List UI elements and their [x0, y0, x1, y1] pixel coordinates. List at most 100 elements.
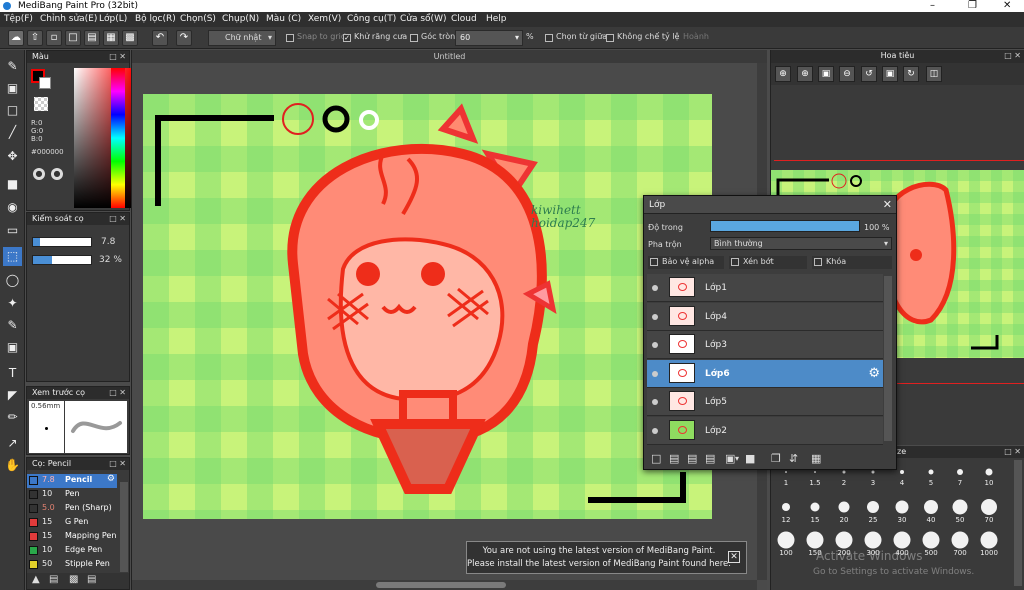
- brush-size-scrollbar[interactable]: [1014, 460, 1022, 586]
- close-icon[interactable]: □ ✕: [109, 458, 126, 470]
- menu-select[interactable]: Chọn(S): [180, 12, 216, 27]
- grid-icon[interactable]: ▦: [103, 30, 119, 46]
- brush-size-option[interactable]: 20: [830, 498, 858, 524]
- visibility-icon[interactable]: [652, 285, 658, 291]
- new-1bit-layer-icon[interactable]: ▤: [705, 452, 715, 465]
- menu-window[interactable]: Cửa sổ(W): [400, 12, 446, 27]
- brush-tool-icon[interactable]: ✎: [3, 57, 22, 76]
- brush-list-item[interactable]: 50 Stipple Pen: [27, 558, 117, 572]
- brush-list-item[interactable]: 5.0 Pen (Sharp): [27, 502, 117, 516]
- layer-dialog-header[interactable]: Lớp ✕: [644, 196, 896, 214]
- clipping-checkbox[interactable]: [731, 258, 739, 266]
- saturation-value-picker[interactable]: [74, 68, 134, 208]
- add-brush-icon[interactable]: ▲: [32, 574, 40, 585]
- export-icon[interactable]: ⇧: [27, 30, 43, 46]
- duplicate-layer-icon[interactable]: ❐: [771, 452, 781, 465]
- close-icon[interactable]: □ ✕: [1004, 50, 1021, 62]
- gear-icon[interactable]: ⚙: [868, 366, 880, 381]
- close-icon[interactable]: ✕: [883, 196, 892, 214]
- layer-item[interactable]: Lớp5: [647, 388, 883, 416]
- close-icon[interactable]: ✕: [1003, 0, 1011, 12]
- zoom-in-icon[interactable]: ⊕: [775, 66, 791, 82]
- rectangle-fill-icon[interactable]: ■: [3, 175, 22, 194]
- select-rect-icon[interactable]: ⬚: [3, 247, 22, 266]
- visibility-icon[interactable]: [652, 399, 658, 405]
- text-tool-icon[interactable]: T: [3, 364, 22, 383]
- lock-checkbox[interactable]: [814, 258, 822, 266]
- menu-color[interactable]: Màu (C): [266, 12, 301, 27]
- reset-view-icon[interactable]: ▣: [882, 66, 898, 82]
- menu-help[interactable]: Help: [486, 12, 507, 27]
- keep-ratio-checkbox[interactable]: [606, 34, 614, 42]
- brush-list-item[interactable]: 15 G Pen: [27, 516, 117, 530]
- close-icon[interactable]: ✕: [728, 551, 740, 563]
- merge-down-icon[interactable]: ⇵: [789, 452, 798, 465]
- select-pen-icon[interactable]: ✎: [3, 316, 22, 335]
- brush-list-scrollbar[interactable]: [120, 482, 128, 572]
- menu-file[interactable]: Tệp(F): [4, 12, 33, 27]
- zoom-out-icon[interactable]: ⊖: [839, 66, 855, 82]
- brush-size-option[interactable]: 50: [946, 498, 974, 524]
- page-icon[interactable]: ▤: [84, 30, 100, 46]
- layer-opacity-slider[interactable]: [710, 220, 860, 232]
- snap-grid-checkbox[interactable]: [286, 34, 294, 42]
- scroll-thumb[interactable]: [376, 582, 506, 588]
- gradient-tool-icon[interactable]: ▭: [3, 221, 22, 240]
- move-tool-icon[interactable]: ✥: [3, 147, 22, 166]
- delete-brush-icon[interactable]: ▤: [87, 574, 96, 585]
- new-halftone-layer-icon[interactable]: ▤: [669, 452, 679, 465]
- dropper-alt-icon[interactable]: ✏: [3, 408, 22, 427]
- visibility-icon[interactable]: [652, 427, 658, 434]
- select-eraser-icon[interactable]: ▣: [3, 338, 22, 357]
- divide-tool-icon[interactable]: ◤: [3, 386, 22, 405]
- layer-item[interactable]: Lớp2: [647, 416, 883, 445]
- layer-item[interactable]: Lớp4: [647, 302, 883, 331]
- delete-layer-icon[interactable]: ▦: [811, 452, 821, 465]
- folder-icon[interactable]: ■: [745, 452, 755, 465]
- round-corner-input[interactable]: 60 ▾: [455, 30, 523, 46]
- clipping-option[interactable]: Xén bớt: [729, 256, 807, 269]
- blend-mode-select[interactable]: Bình thường ▾: [710, 237, 892, 250]
- brush-size-option[interactable]: 10: [975, 465, 1003, 487]
- secondary-color-swatch[interactable]: [39, 77, 51, 89]
- rotate-right-icon[interactable]: ↻: [903, 66, 919, 82]
- brush-size-option[interactable]: 30: [888, 498, 916, 524]
- menu-view[interactable]: Xem(V): [308, 12, 341, 27]
- brush-list-item[interactable]: 10 Edge Pen: [27, 544, 117, 558]
- brush-opacity-slider[interactable]: [32, 255, 92, 265]
- brush-size-option[interactable]: 70: [975, 498, 1003, 524]
- menu-cloud[interactable]: Cloud: [451, 12, 477, 27]
- flip-icon[interactable]: ◫: [926, 66, 942, 82]
- layer-item[interactable]: Lớp6 ⚙: [647, 359, 883, 388]
- brush-size-option[interactable]: 12: [772, 498, 800, 524]
- brush-list-item[interactable]: 10 Pen: [27, 488, 117, 502]
- zoom-fit-icon[interactable]: ⊕: [797, 66, 813, 82]
- layout-icon[interactable]: ▩: [122, 30, 138, 46]
- close-icon[interactable]: □ ✕: [109, 387, 126, 399]
- canvas-horizontal-scrollbar[interactable]: [132, 580, 757, 590]
- menu-edit[interactable]: Chỉnh sửa(E): [40, 12, 97, 27]
- brush-menu-icon[interactable]: ▤: [49, 574, 58, 585]
- undo-icon[interactable]: ↶: [152, 30, 168, 46]
- close-icon[interactable]: □ ✕: [109, 51, 126, 63]
- shape-tool-icon[interactable]: □: [3, 101, 22, 120]
- speech-icon[interactable]: □: [65, 30, 81, 46]
- brush-size-option[interactable]: 5: [917, 465, 945, 487]
- brush-list-item[interactable]: 15 Mapping Pen: [27, 530, 117, 544]
- eraser-tool-icon[interactable]: ▣: [3, 79, 22, 98]
- close-icon[interactable]: □ ✕: [109, 213, 126, 225]
- bucket-tool-icon[interactable]: ◉: [3, 198, 22, 217]
- drawing-canvas[interactable]: kiwihett hoidap247: [143, 94, 712, 519]
- brush-size-option[interactable]: 1000: [975, 531, 1003, 557]
- antialias-checkbox[interactable]: ✓: [343, 34, 351, 42]
- redo-icon[interactable]: ↷: [176, 30, 192, 46]
- brush-size-option[interactable]: 40: [917, 498, 945, 524]
- round-corner-checkbox[interactable]: [410, 34, 418, 42]
- close-icon[interactable]: □ ✕: [1004, 446, 1021, 458]
- hand-tool-icon[interactable]: ✋: [3, 456, 22, 475]
- new-layer-icon[interactable]: □: [651, 452, 661, 465]
- brush-size-option[interactable]: 700: [946, 531, 974, 557]
- from-center-checkbox[interactable]: [545, 34, 553, 42]
- add-layer-menu-icon[interactable]: ▣: [725, 452, 735, 465]
- visibility-icon[interactable]: [652, 313, 658, 320]
